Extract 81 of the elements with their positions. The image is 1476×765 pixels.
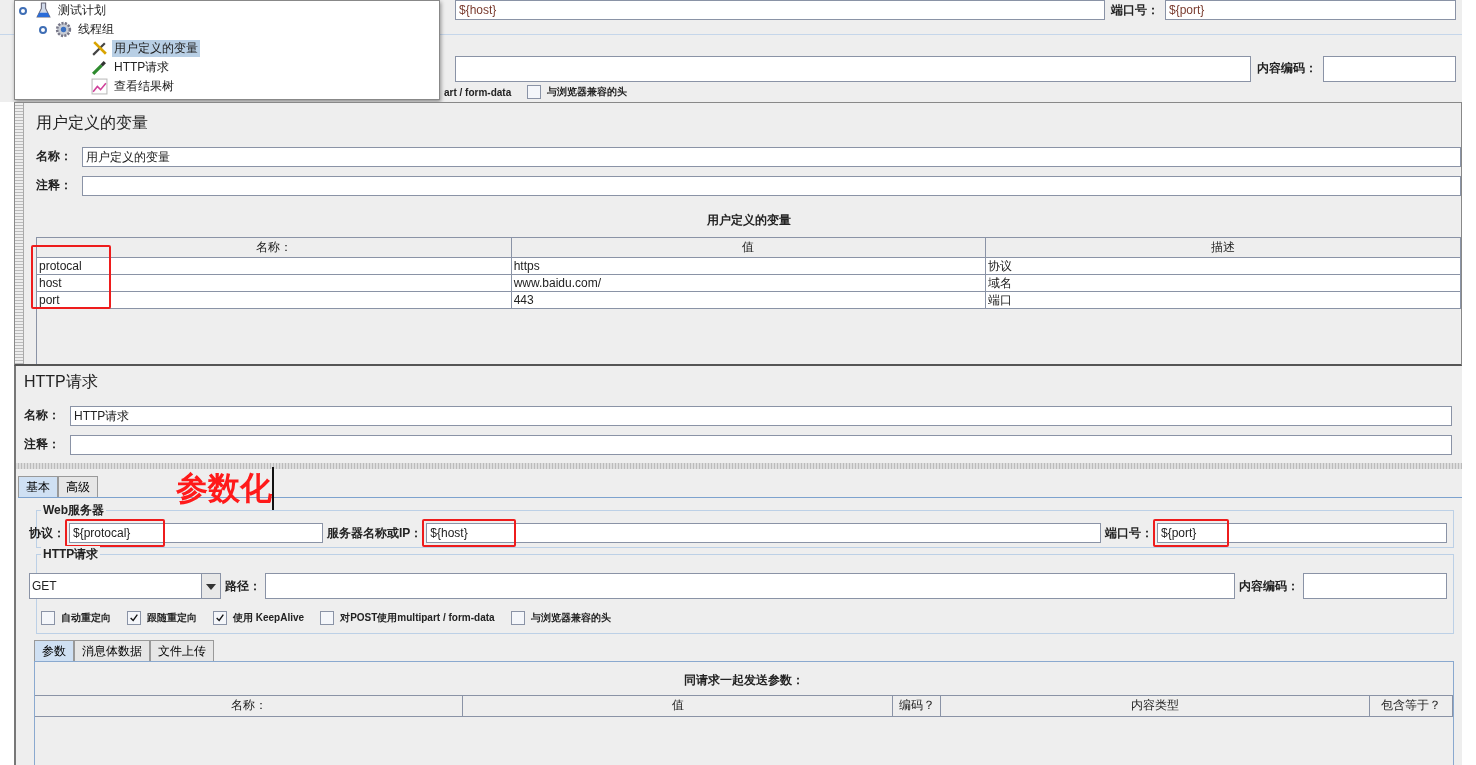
pipette-icon <box>91 59 108 76</box>
checkbox[interactable] <box>527 85 542 99</box>
name-label: 名称： <box>36 148 73 165</box>
comment-field[interactable] <box>82 175 1461 196</box>
table-cell: 端口 <box>986 292 1461 308</box>
tree-item[interactable]: HTTP请求 <box>112 59 172 76</box>
port-label: 端口号： <box>1111 1 1159 19</box>
path-label: 路径： <box>225 577 261 595</box>
column-header[interactable]: 内容类型 <box>941 696 1370 716</box>
option-label: 使用 KeepAlive <box>233 611 305 625</box>
expand-handle-icon[interactable] <box>19 6 27 15</box>
option-label: 对POST使用multipart / form-data <box>340 611 495 625</box>
comment-label: 注释： <box>24 436 61 453</box>
tree-item[interactable]: 查看结果树 <box>112 78 176 95</box>
checkbox[interactable] <box>41 611 55 625</box>
tree-item[interactable]: 线程组 <box>76 21 116 38</box>
option-label: 与浏览器兼容的头 <box>547 85 628 99</box>
table-cell: 域名 <box>986 275 1461 291</box>
checkbox[interactable] <box>213 611 227 625</box>
splitter-handle[interactable] <box>15 103 24 364</box>
checkbox[interactable] <box>320 611 335 625</box>
group-title: Web服务器 <box>41 502 107 519</box>
column-header[interactable]: 包含等于？ <box>1370 696 1453 716</box>
path-field[interactable] <box>455 55 1251 82</box>
text-cursor <box>272 467 274 511</box>
gear-icon <box>55 21 72 38</box>
encoding-label: 内容编码： <box>1239 577 1299 595</box>
column-header[interactable]: 值 <box>511 238 987 257</box>
checkbox[interactable] <box>510 611 525 625</box>
server-field[interactable]: ${host} <box>455 0 1105 20</box>
method-dropdown[interactable]: GET <box>29 573 221 599</box>
column-header[interactable]: 编码？ <box>893 696 941 716</box>
tree-item[interactable]: 用户定义的变量 <box>112 40 200 57</box>
table-cell: protocal <box>37 258 512 274</box>
comment-field[interactable] <box>70 434 1452 455</box>
table-title: 用户定义的变量 <box>705 212 792 229</box>
table-title: 同请求一起发送参数： <box>683 672 805 689</box>
option-label: 跟随重定向 <box>147 611 197 625</box>
table-cell: 协议 <box>986 258 1461 274</box>
table-cell: https <box>511 258 987 274</box>
panel-title: 用户定义的变量 <box>36 113 149 133</box>
encoding-field[interactable] <box>1323 55 1456 82</box>
column-header[interactable]: 值 <box>463 696 893 716</box>
option-label: 与浏览器兼容的头 <box>530 611 611 625</box>
column-header[interactable]: 名称： <box>37 238 512 257</box>
encoding-field[interactable] <box>1303 573 1447 599</box>
name-field[interactable]: 用户定义的变量 <box>82 146 1461 167</box>
table-cell: host <box>37 275 512 291</box>
input-field[interactable]: ${host} <box>426 523 1101 543</box>
tab[interactable]: 基本 <box>18 476 58 497</box>
name-field[interactable]: HTTP请求 <box>70 405 1452 426</box>
tab[interactable]: 参数 <box>34 640 74 661</box>
tab[interactable]: 消息体数据 <box>74 640 150 661</box>
encoding-label: 内容编码： <box>1257 60 1317 77</box>
column-header[interactable]: 名称： <box>35 696 463 716</box>
name-label: 名称： <box>24 407 61 424</box>
port-field[interactable]: ${port} <box>1165 0 1456 20</box>
path-field[interactable] <box>265 573 1235 599</box>
option-label: art / form-data <box>444 86 512 98</box>
expand-handle-icon[interactable] <box>39 25 47 34</box>
panel-title: HTTP请求 <box>24 372 99 392</box>
field-label: 端口号： <box>1105 524 1153 542</box>
field-label: 服务器名称或IP： <box>327 524 423 542</box>
field-label: 协议： <box>29 524 65 542</box>
column-header[interactable]: 描述 <box>986 238 1461 257</box>
input-field[interactable]: ${protocal} <box>69 523 323 543</box>
tools-icon <box>91 40 108 57</box>
comment-label: 注释： <box>36 177 73 194</box>
flask-icon <box>35 2 52 19</box>
group-title: HTTP请求 <box>41 546 101 563</box>
annotation-text: 参数化 <box>176 469 272 507</box>
table-cell: port <box>37 292 512 308</box>
tab[interactable]: 高级 <box>58 476 98 497</box>
tree-item[interactable]: 测试计划 <box>56 2 108 19</box>
table-cell: 443 <box>511 292 987 308</box>
input-field[interactable]: ${port} <box>1157 523 1447 543</box>
checkbox[interactable] <box>127 611 141 625</box>
option-label: 自动重定向 <box>61 611 111 625</box>
chart-icon <box>91 78 108 95</box>
table-cell: www.baidu.com/ <box>511 275 987 291</box>
tab[interactable]: 文件上传 <box>150 640 214 661</box>
